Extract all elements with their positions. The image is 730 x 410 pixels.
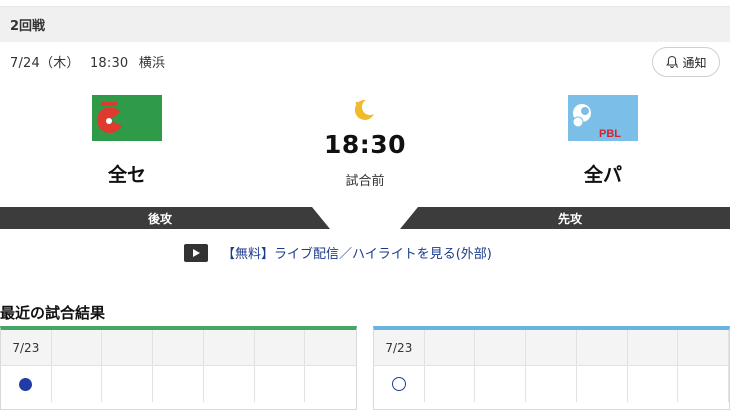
home-recent-results: 7/23 bbox=[0, 326, 357, 410]
result-date: 7/23 bbox=[374, 330, 425, 365]
win-mark[interactable] bbox=[391, 377, 406, 391]
game-venue: 横浜 bbox=[138, 56, 166, 71]
game-date: 7/24（木） bbox=[10, 56, 80, 71]
start-time: 18:30 bbox=[323, 130, 407, 159]
away-logo-text: PBL bbox=[599, 128, 621, 140]
results-header-row: 7/23 bbox=[1, 330, 356, 366]
round-header: 2回戦 bbox=[0, 6, 730, 42]
away-team-logo[interactable]: PBL bbox=[568, 95, 638, 141]
notify-label: 通知 bbox=[682, 55, 707, 70]
result-date: 7/23 bbox=[1, 330, 52, 365]
away-bat-order-bar: 先攻 bbox=[400, 207, 730, 229]
away-bat-order: 先攻 bbox=[557, 211, 582, 226]
home-bat-order-bar: 後攻 bbox=[0, 207, 330, 229]
away-team-name[interactable]: 全パ bbox=[543, 160, 663, 187]
game-time: 18:30 bbox=[89, 56, 129, 71]
game-card: 2回戦 7/24（木） 18:30 横浜 通知 全セ 18:30 試合前 PBL… bbox=[0, 0, 730, 410]
home-team-logo[interactable] bbox=[92, 95, 162, 141]
game-info: 7/24（木） 18:30 横浜 bbox=[10, 52, 171, 71]
notify-button[interactable]: 通知 bbox=[652, 47, 720, 77]
recent-results-title: 最近の試合結果 bbox=[0, 304, 106, 322]
live-stream-link[interactable]: 【無料】ライブ配信／ハイライトを見る(外部) bbox=[184, 243, 492, 262]
results-mark-row bbox=[374, 366, 730, 402]
play-icon bbox=[184, 243, 208, 262]
loss-mark[interactable] bbox=[19, 377, 33, 391]
results-header-row: 7/23 bbox=[374, 330, 730, 366]
results-mark-row bbox=[1, 366, 356, 402]
away-recent-results: 7/23 bbox=[373, 326, 730, 410]
round-label: 2回戦 bbox=[10, 19, 46, 34]
home-bat-order: 後攻 bbox=[147, 211, 172, 226]
live-stream-label: 【無料】ライブ配信／ハイライトを見る(外部) bbox=[222, 247, 492, 262]
game-status: 試合前 bbox=[345, 174, 385, 189]
moon-icon bbox=[354, 99, 374, 120]
home-team-name[interactable]: 全セ bbox=[67, 160, 187, 187]
bell-icon bbox=[666, 55, 679, 69]
